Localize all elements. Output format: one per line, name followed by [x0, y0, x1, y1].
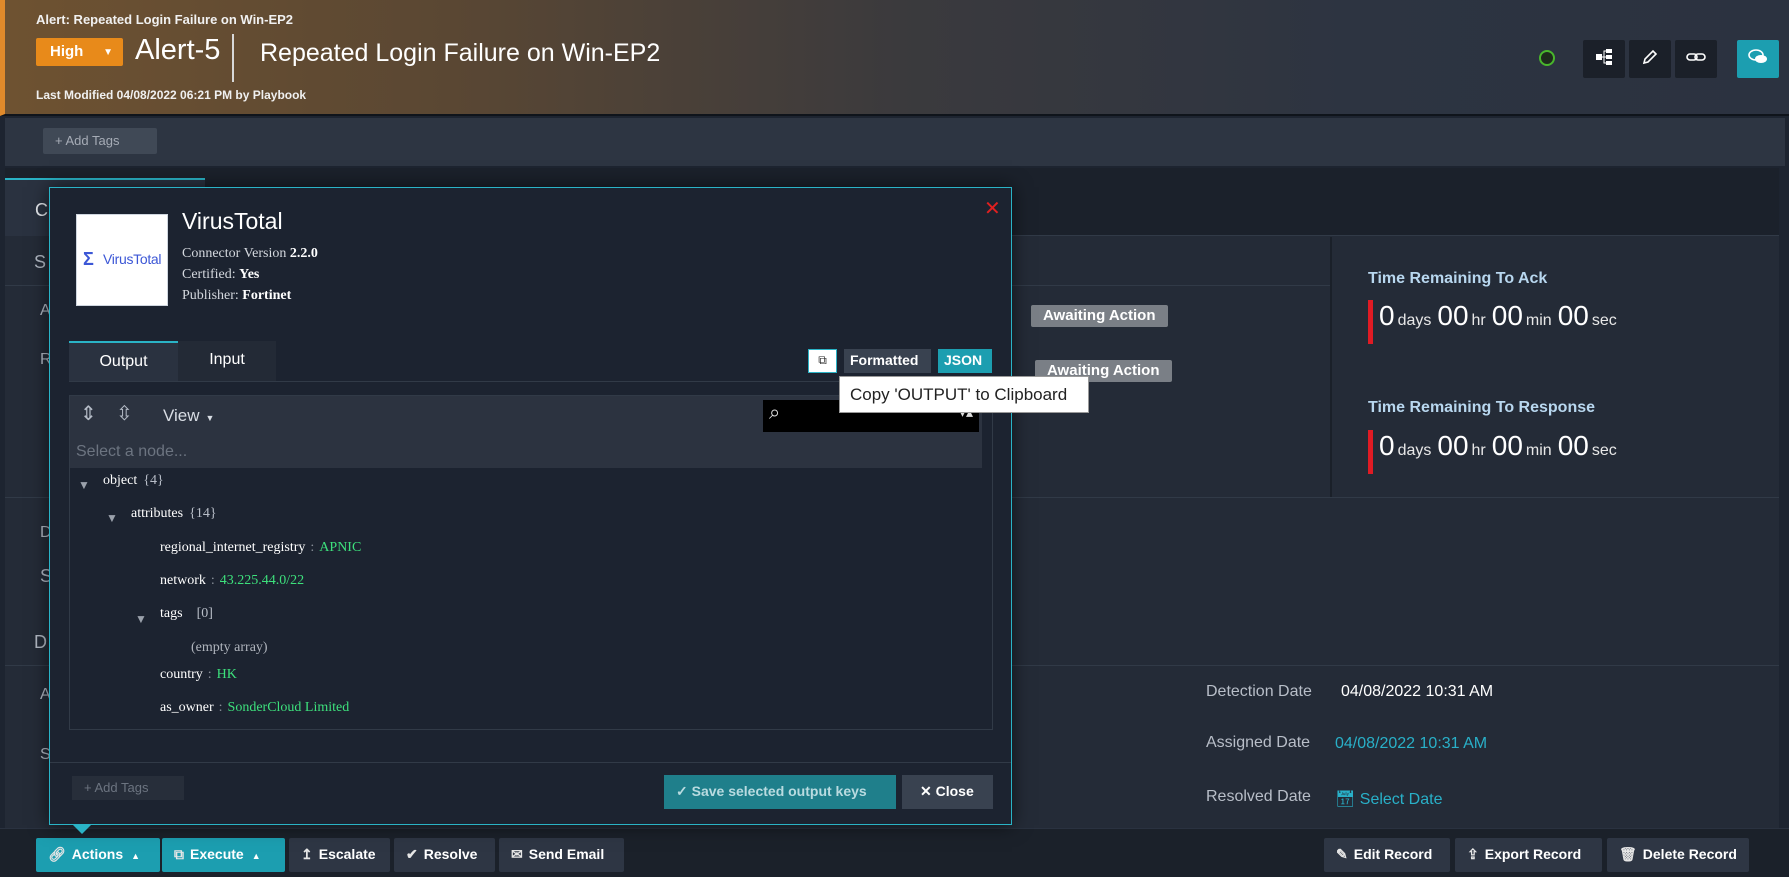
- check-icon: ✔: [406, 846, 418, 862]
- severity-label: High: [50, 43, 84, 60]
- assigned-date-label: Assigned Date: [1206, 734, 1311, 751]
- export-record-button[interactable]: ⇪ Export Record: [1455, 838, 1602, 872]
- close-icon: ✕: [920, 783, 932, 799]
- upload-icon: ⇪: [1467, 846, 1479, 862]
- tree-node-as-owner[interactable]: as_owner: SonderCloud Limited: [160, 700, 349, 716]
- detection-date-label: Detection Date: [1206, 683, 1312, 700]
- pencil-icon[interactable]: [1629, 40, 1671, 78]
- tree-node-country[interactable]: country: HK: [160, 667, 237, 683]
- tooltip: Copy 'OUTPUT' to Clipboard: [839, 376, 1089, 413]
- tree-node-object[interactable]: object {4}: [103, 473, 164, 489]
- resolved-date-label: Resolved Date: [1206, 788, 1311, 805]
- copy-clipboard-button[interactable]: ⧉: [808, 349, 837, 373]
- hierarchy-icon[interactable]: [1583, 40, 1625, 78]
- formatted-button[interactable]: Formatted: [844, 349, 931, 373]
- severity-dropdown[interactable]: High ▼: [36, 38, 123, 66]
- detection-date-value: 04/08/2022 10:31 AM: [1341, 683, 1494, 700]
- close-icon[interactable]: ✕: [984, 196, 1001, 221]
- tab-input[interactable]: Input: [178, 341, 276, 381]
- modal-add-tags-button[interactable]: + Add Tags: [72, 776, 184, 800]
- section-label: D: [34, 632, 47, 652]
- tree-node-tags[interactable]: tags [0]: [160, 606, 213, 622]
- connector-version: Connector Version 2.2.0: [182, 246, 318, 261]
- alert-id: Alert-5: [135, 34, 235, 82]
- edit-icon: ✎: [1336, 846, 1348, 862]
- delete-record-button[interactable]: 🗑︎ Delete Record: [1607, 838, 1749, 872]
- modal-pointer: [72, 824, 92, 834]
- last-modified: Last Modified 04/08/2022 06:21 PM by Pla…: [36, 88, 307, 102]
- tab-output[interactable]: Output: [69, 341, 178, 381]
- clipboard-icon: ⧉: [818, 353, 827, 367]
- page-title: Repeated Login Failure on Win-EP2: [260, 39, 661, 67]
- resolve-button[interactable]: ✔ Resolve: [394, 838, 495, 872]
- sla-ack-value: 0 days 00 hr 00 min 00 sec: [1368, 300, 1623, 344]
- chevron-down-icon: ▼: [205, 413, 215, 423]
- connector-certified: Certified: Yes: [182, 267, 260, 282]
- actions-button[interactable]: 🔗︎ Actions ▲: [36, 838, 160, 872]
- alert-header: Alert: Repeated Login Failure on Win-EP2…: [0, 0, 1789, 116]
- search-icon: ⌕: [769, 402, 781, 424]
- json-button[interactable]: JSON: [938, 349, 992, 373]
- trash-icon: 🗑︎: [1619, 846, 1637, 862]
- view-dropdown[interactable]: View ▼: [163, 406, 214, 426]
- playbook-icon: ⧉: [174, 846, 184, 862]
- sla-panel: Time Remaining To Ack 0 days 00 hr 00 min 00 se…: [1330, 237, 1779, 497]
- add-tags-button[interactable]: + Add Tags: [43, 128, 157, 154]
- assigned-date-value[interactable]: 04/08/2022 10:31 AM: [1335, 735, 1487, 753]
- sla-response-title: Time Remaining To Response: [1368, 399, 1596, 416]
- section-label: S: [34, 252, 47, 272]
- status-indicator-icon: [1539, 50, 1555, 66]
- connector-name: VirusTotal: [182, 208, 283, 234]
- collapse-triangle-icon[interactable]: ▼: [106, 511, 118, 525]
- node-path-input[interactable]: Select a node...: [70, 436, 982, 468]
- edit-record-button[interactable]: ✎ Edit Record: [1324, 838, 1450, 872]
- check-icon: ✓: [676, 783, 688, 799]
- sla-ack-title: Time Remaining To Ack: [1368, 270, 1548, 287]
- collapse-triangle-icon[interactable]: ▼: [78, 478, 90, 492]
- save-output-keys-button[interactable]: ✓ Save selected output keys: [664, 775, 896, 809]
- divider: [50, 762, 1011, 763]
- tree-node-network[interactable]: network:43.225.44.0/22: [160, 573, 304, 589]
- expand-all-icon[interactable]: ⇕: [80, 401, 97, 426]
- tags-strip: + Add Tags: [5, 118, 1785, 166]
- virustotal-logo-icon: Σ: [83, 249, 94, 269]
- sla-response-value: 0 days 00 hr 00 min 00 sec: [1368, 430, 1623, 474]
- calendar-icon: 📅︎: [1335, 791, 1356, 808]
- arrow-up-icon: ↥: [301, 846, 313, 862]
- connector-logo: Σ VirusTotal: [76, 214, 168, 306]
- status-badge[interactable]: Awaiting Action: [1031, 305, 1168, 327]
- link-icon[interactable]: [1675, 40, 1717, 78]
- link-icon: 🔗︎: [48, 846, 66, 862]
- chevron-up-icon: ▲: [251, 851, 261, 861]
- breadcrumb: Alert: Repeated Login Failure on Win-EP2: [36, 12, 294, 27]
- tree-node-attributes[interactable]: attributes {14}: [131, 506, 217, 522]
- execute-button[interactable]: ⧉ Execute ▲: [162, 838, 285, 872]
- envelope-icon: ✉: [511, 846, 523, 862]
- send-email-button[interactable]: ✉ Send Email: [499, 838, 624, 872]
- tree-node-rir[interactable]: regional_internet_registry: APNIC: [160, 540, 361, 556]
- chevron-up-icon: ▲: [131, 851, 141, 861]
- connector-publisher: Publisher: Fortinet: [182, 288, 292, 303]
- collapse-all-icon[interactable]: ⇳: [116, 401, 133, 426]
- tree-node-empty: (empty array): [191, 640, 268, 655]
- select-date-link[interactable]: 📅︎ Select Date: [1335, 789, 1442, 809]
- close-button[interactable]: ✕ Close: [902, 775, 993, 809]
- chat-icon[interactable]: [1737, 40, 1779, 78]
- chevron-down-icon: ▼: [103, 47, 113, 58]
- escalate-button[interactable]: ↥ Escalate: [289, 838, 390, 872]
- collapse-triangle-icon[interactable]: ▼: [135, 612, 147, 626]
